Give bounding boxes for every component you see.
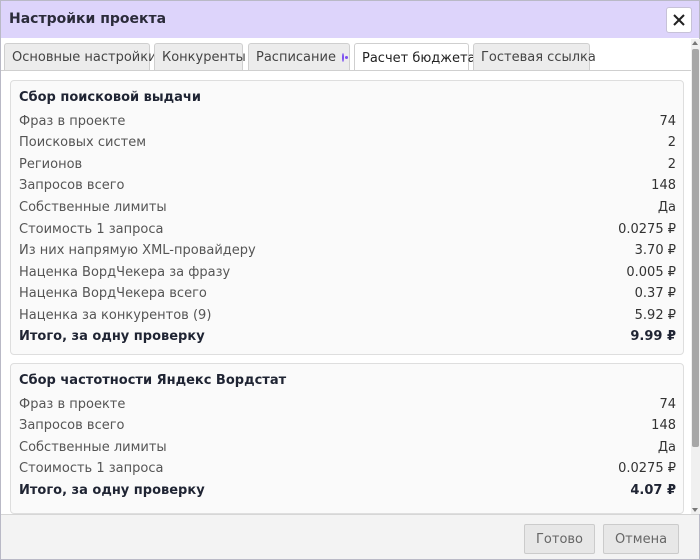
tab-label: Основные настройки (12, 50, 157, 65)
project-settings-dialog: Настройки проекта Основные настройки Кон… (0, 0, 700, 560)
panel-yandex-wordstat: Сбор частотности Яндекс Вордстат Фраз в … (10, 363, 684, 514)
budget-row: Стоимость 1 запроса 0.0275 ₽ (19, 461, 676, 481)
panel-title: Сбор частотности Яндекс Вордстат (19, 373, 287, 388)
row-label: Фраз в проекте (19, 397, 126, 412)
tab-bar: Основные настройки Конкуренты Расписание… (4, 43, 692, 72)
row-label: Запросов всего (19, 178, 125, 193)
budget-row: Запросов всего 148 (19, 418, 676, 438)
row-label: Поисковых систем (19, 135, 147, 150)
radio-dot-icon (341, 53, 348, 62)
vertical-scrollbar[interactable] (691, 39, 700, 514)
row-label: Регионов (19, 157, 83, 172)
budget-row: Стоимость 1 запроса 0.0275 ₽ (19, 222, 676, 242)
total-label: Итого, за одну проверку (19, 483, 205, 498)
panel-title: Сбор поисковой выдачи (19, 90, 201, 105)
budget-total-row: Итого, за одну проверку 4.07 ₽ (19, 483, 676, 503)
row-label: Собственные лимиты (19, 200, 167, 215)
budget-row: Фраз в проекте 74 (19, 397, 676, 417)
tab-competitors[interactable]: Конкуренты (154, 43, 246, 71)
row-label: Стоимость 1 запроса (19, 461, 164, 476)
row-value: 0.0275 ₽ (618, 222, 676, 237)
total-value: 9.99 ₽ (630, 329, 676, 344)
row-value: Да (657, 200, 676, 215)
cancel-button[interactable]: Отмена (603, 524, 679, 554)
row-label: Наценка ВордЧекера за фразу (19, 265, 231, 280)
row-value: Да (657, 440, 676, 455)
dialog-title: Настройки проекта (9, 11, 167, 27)
row-label: Фраз в проекте (19, 114, 126, 129)
row-value: 74 (659, 397, 676, 412)
scroll-down-arrow-icon[interactable] (692, 508, 698, 512)
row-value: 5.92 ₽ (634, 308, 676, 323)
budget-row: Запросов всего 148 (19, 178, 676, 198)
scroll-up-arrow-icon[interactable] (692, 41, 698, 45)
row-label: Собственные лимиты (19, 440, 167, 455)
tab-label: Конкуренты (162, 50, 246, 65)
budget-row: Собственные лимиты Да (19, 200, 676, 220)
row-label: Запросов всего (19, 418, 125, 433)
row-value: 3.70 ₽ (634, 243, 676, 258)
row-value: 0.37 ₽ (634, 286, 676, 301)
budget-row: Регионов 2 (19, 157, 676, 177)
panel-search-results: Сбор поисковой выдачи Фраз в проекте 74 … (10, 80, 684, 355)
tab-label: Расписание (256, 50, 336, 65)
row-value: 2 (667, 135, 676, 150)
tab-budget[interactable]: Расчет бюджета (354, 43, 476, 72)
budget-content: Сбор поисковой выдачи Фраз в проекте 74 … (1, 71, 690, 514)
row-label: Стоимость 1 запроса (19, 222, 164, 237)
close-button[interactable] (666, 7, 692, 33)
done-button[interactable]: Готово (524, 524, 595, 554)
budget-total-row: Итого, за одну проверку 9.99 ₽ (19, 329, 676, 349)
total-label: Итого, за одну проверку (19, 329, 205, 344)
close-icon (673, 14, 685, 26)
dialog-footer: Готово Отмена (1, 514, 699, 559)
row-value: 2 (667, 157, 676, 172)
total-value: 4.07 ₽ (630, 483, 676, 498)
row-value: 148 (651, 418, 676, 433)
scrollbar-thumb[interactable] (692, 49, 699, 447)
row-value: 74 (659, 114, 676, 129)
row-label: Наценка ВордЧекера всего (19, 286, 207, 301)
tab-guest-link[interactable]: Гостевая ссылка (473, 43, 596, 71)
budget-row: Фраз в проекте 74 (19, 114, 676, 134)
budget-row: Наценка ВордЧекера за фразу 0.005 ₽ (19, 265, 676, 285)
tab-label: Расчет бюджета (362, 50, 476, 66)
budget-row: Из них напрямую XML-провайдеру 3.70 ₽ (19, 243, 676, 263)
dialog-titlebar: Настройки проекта (1, 1, 699, 38)
row-value: 0.005 ₽ (626, 265, 676, 280)
row-value: 148 (651, 178, 676, 193)
budget-row: Поисковых систем 2 (19, 135, 676, 155)
tab-basic-settings[interactable]: Основные настройки (4, 43, 157, 71)
budget-row: Наценка за конкурентов (9) 5.92 ₽ (19, 308, 676, 328)
row-label: Из них напрямую XML-провайдеру (19, 243, 256, 258)
tab-label: Гостевая ссылка (481, 50, 596, 65)
budget-row: Наценка ВордЧекера всего 0.37 ₽ (19, 286, 676, 306)
row-value: 0.0275 ₽ (618, 461, 676, 476)
row-label: Наценка за конкурентов (9) (19, 308, 212, 323)
tab-schedule[interactable]: Расписание (248, 43, 350, 71)
budget-row: Собственные лимиты Да (19, 440, 676, 460)
